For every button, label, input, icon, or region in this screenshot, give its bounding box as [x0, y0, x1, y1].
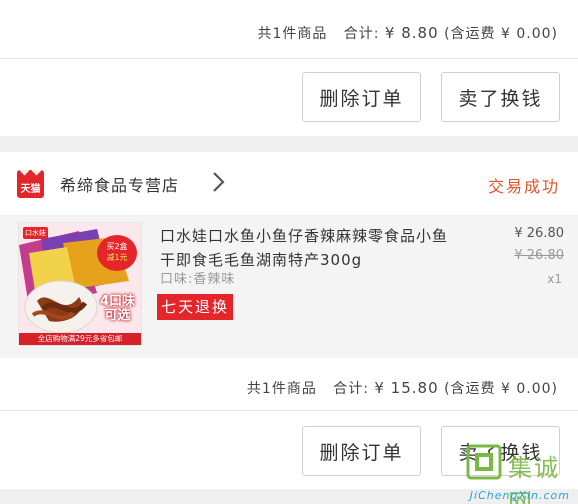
thumb-badge-bottom: 减1元	[106, 253, 128, 262]
order1-total-label: 合计:	[343, 26, 380, 42]
order2-total-price: ¥ 15.80	[374, 379, 439, 397]
order1-item-count: 共1件商品	[257, 26, 328, 42]
tmall-logo-text: 天猫	[20, 184, 41, 195]
order1-summary: 共1件商品 合计: ¥ 8.80 (含运费 ¥ 0.00)	[257, 23, 558, 43]
watermark-logo-icon	[466, 444, 502, 480]
order1-delete-button[interactable]: 删除订单	[302, 72, 421, 122]
shop-name[interactable]: 希缔食品专营店	[60, 172, 179, 196]
thumb-promo-big: 4口味	[99, 294, 135, 309]
order1-shipping: (含运费 ¥ 0.00)	[444, 26, 558, 42]
tmall-logo-icon: 天猫	[17, 170, 44, 198]
thumb-promo-small: 可选	[104, 308, 131, 323]
order2-total-label: 合计:	[333, 381, 369, 397]
order1-total-price: ¥ 8.80	[384, 24, 439, 42]
thumb-banner: 全店购物满29元多省包邮	[37, 334, 123, 343]
order2-item-count: 共1件商品	[246, 381, 317, 397]
thumb-brand: 口水娃	[23, 227, 48, 239]
watermark-url: JiChengXin.com	[469, 489, 570, 502]
order2-delete-button[interactable]: 删除订单	[302, 426, 421, 476]
chevron-right-icon[interactable]	[206, 170, 230, 194]
product-quantity: x1	[547, 272, 562, 286]
site-watermark: 集诚网 JiChengXin.com	[456, 442, 572, 504]
product-variant: 口味:香辣味	[160, 272, 236, 287]
order2-summary: 共1件商品 合计: ¥ 15.80 (含运费 ¥ 0.00)	[247, 378, 558, 398]
product-thumbnail[interactable]: 口水娃 买2盒 减1元 4口味 可选 全店购物满29元多省包邮	[18, 222, 142, 346]
thumb-badge-top: 买2盒	[106, 242, 128, 251]
order-status: 交易成功	[487, 177, 560, 196]
product-title[interactable]: 口水娃口水鱼小鱼仔香辣麻辣零食品小鱼干即食毛毛鱼湖南特产300g	[160, 224, 460, 272]
order1-sell-button[interactable]: 卖了换钱	[441, 72, 560, 122]
order2-shipping: (含运费 ¥ 0.00)	[444, 381, 558, 397]
seven-day-return-badge: 七天退换	[157, 294, 234, 320]
thumb-promo: 4口味 可选	[100, 295, 135, 323]
product-price: ¥ 26.80	[514, 226, 564, 241]
order-list: 共1件商品 合计: ¥ 8.80 (含运费 ¥ 0.00) 删除订单 卖了换钱 …	[0, 0, 578, 504]
product-original-price: ¥ 26.80	[514, 248, 564, 263]
thumb-badge: 买2盒 减1元	[97, 235, 137, 271]
